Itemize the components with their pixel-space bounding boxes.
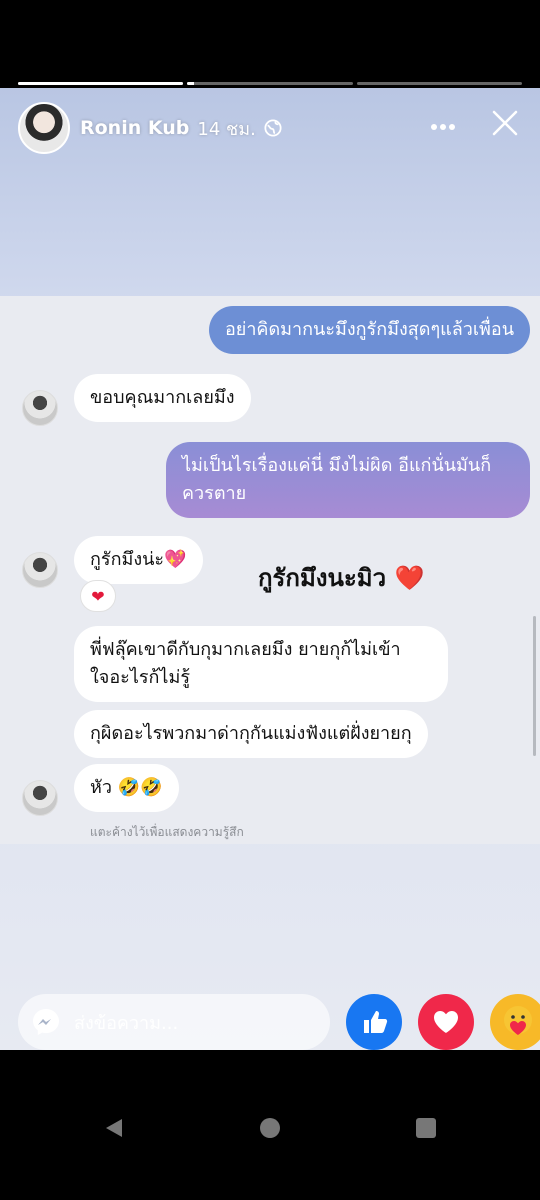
message-text-line: พี่ฟลุ๊คเขาดีกับกุมากเลยมึง ยายกุก้ไม่เข… bbox=[90, 639, 401, 660]
chat-scrollbar bbox=[533, 616, 536, 756]
progress-segment bbox=[356, 82, 522, 85]
message-text: ขอบคุณมากเลยมึง bbox=[90, 387, 235, 408]
message-in: หัว 🤣🤣 bbox=[74, 764, 179, 812]
heart-reaction: ❤ bbox=[80, 580, 116, 612]
back-triangle-icon bbox=[106, 1119, 122, 1137]
post-time: 14 ชม. bbox=[197, 118, 256, 140]
home-circle-icon bbox=[260, 1118, 280, 1138]
progress-segment bbox=[187, 82, 353, 85]
message-text-line: ไม่เป็นไรเรื่องแค่นี่ มึงไม่ผิด อีแก่นั่… bbox=[182, 455, 492, 476]
messenger-icon bbox=[33, 1009, 59, 1035]
care-icon bbox=[504, 1006, 532, 1035]
like-icon bbox=[364, 1011, 388, 1033]
reply-input[interactable]: ส่งข้อความ... bbox=[18, 994, 330, 1050]
nav-recents-button[interactable] bbox=[408, 1110, 444, 1146]
sender-avatar bbox=[22, 780, 58, 816]
close-icon[interactable] bbox=[490, 108, 520, 138]
story-caption: กูรักมึงนะมิว ❤️ bbox=[258, 558, 424, 597]
message-in: พี่ฟลุ๊คเขาดีกับกุมากเลยมึง ยายกุก้ไม่เข… bbox=[74, 626, 448, 702]
message-text: หัว 🤣🤣 bbox=[90, 777, 163, 798]
message-out: อย่าคิดมากนะมึงกูรักมึงสุดๆแล้วเพื่อน bbox=[208, 306, 530, 354]
message-out: ไม่เป็นไรเรื่องแค่นี่ มึงไม่ผิด อีแก่นั่… bbox=[166, 442, 530, 518]
message-in: กูรักมึงน่ะ💖 bbox=[74, 536, 203, 584]
system-nav-bar bbox=[0, 1050, 540, 1200]
story-header: Ronin Kub 14 ชม. bbox=[0, 88, 540, 168]
love-icon bbox=[434, 1011, 458, 1033]
sender-avatar bbox=[22, 552, 58, 588]
message-text: อย่าคิดมากนะมึงกูรักมึงสุดๆแล้วเพื่อน bbox=[224, 319, 514, 340]
sender-avatar bbox=[22, 390, 58, 426]
reaction-hint: แตะค้างไว้เพื่อแสดงความรู้สึก bbox=[90, 825, 244, 839]
care-reaction-button[interactable] bbox=[490, 994, 540, 1050]
caption-text: กูรักมึงนะมิว bbox=[258, 564, 387, 592]
message-text: กูรักมึงน่ะ💖 bbox=[90, 549, 187, 570]
story-viewer[interactable]: Ronin Kub 14 ชม. อย่าคิดมากนะมึงกูรักมึง… bbox=[0, 88, 540, 1050]
user-name[interactable]: Ronin Kub bbox=[80, 117, 189, 139]
message-text: กุผิดอะไรพวกมาด่ากุกันแม่งฟังแต่ฝั่งยายก… bbox=[90, 723, 412, 744]
nav-home-button[interactable] bbox=[252, 1110, 288, 1146]
globe-icon bbox=[264, 119, 282, 137]
message-in: ขอบคุณมากเลยมึง bbox=[74, 374, 251, 422]
message-text-line: ใจอะไรก้ไม่รู้ bbox=[90, 667, 191, 688]
message-text-line: ควรตาย bbox=[182, 483, 247, 504]
progress-segment bbox=[18, 82, 184, 85]
user-avatar[interactable] bbox=[18, 102, 70, 154]
love-reaction-button[interactable] bbox=[418, 994, 474, 1050]
chat-screenshot: อย่าคิดมากนะมึงกูรักมึงสุดๆแล้วเพื่อน ขอ… bbox=[0, 296, 540, 844]
reply-placeholder: ส่งข้อความ... bbox=[74, 1012, 179, 1034]
more-options-icon[interactable] bbox=[428, 112, 458, 142]
story-progress bbox=[18, 82, 522, 86]
recents-square-icon bbox=[416, 1118, 436, 1138]
like-reaction-button[interactable] bbox=[346, 994, 402, 1050]
heart-emoji: ❤️ bbox=[394, 564, 425, 592]
nav-back-button[interactable] bbox=[96, 1110, 132, 1146]
message-in: กุผิดอะไรพวกมาด่ากุกันแม่งฟังแต่ฝั่งยายก… bbox=[74, 710, 428, 758]
